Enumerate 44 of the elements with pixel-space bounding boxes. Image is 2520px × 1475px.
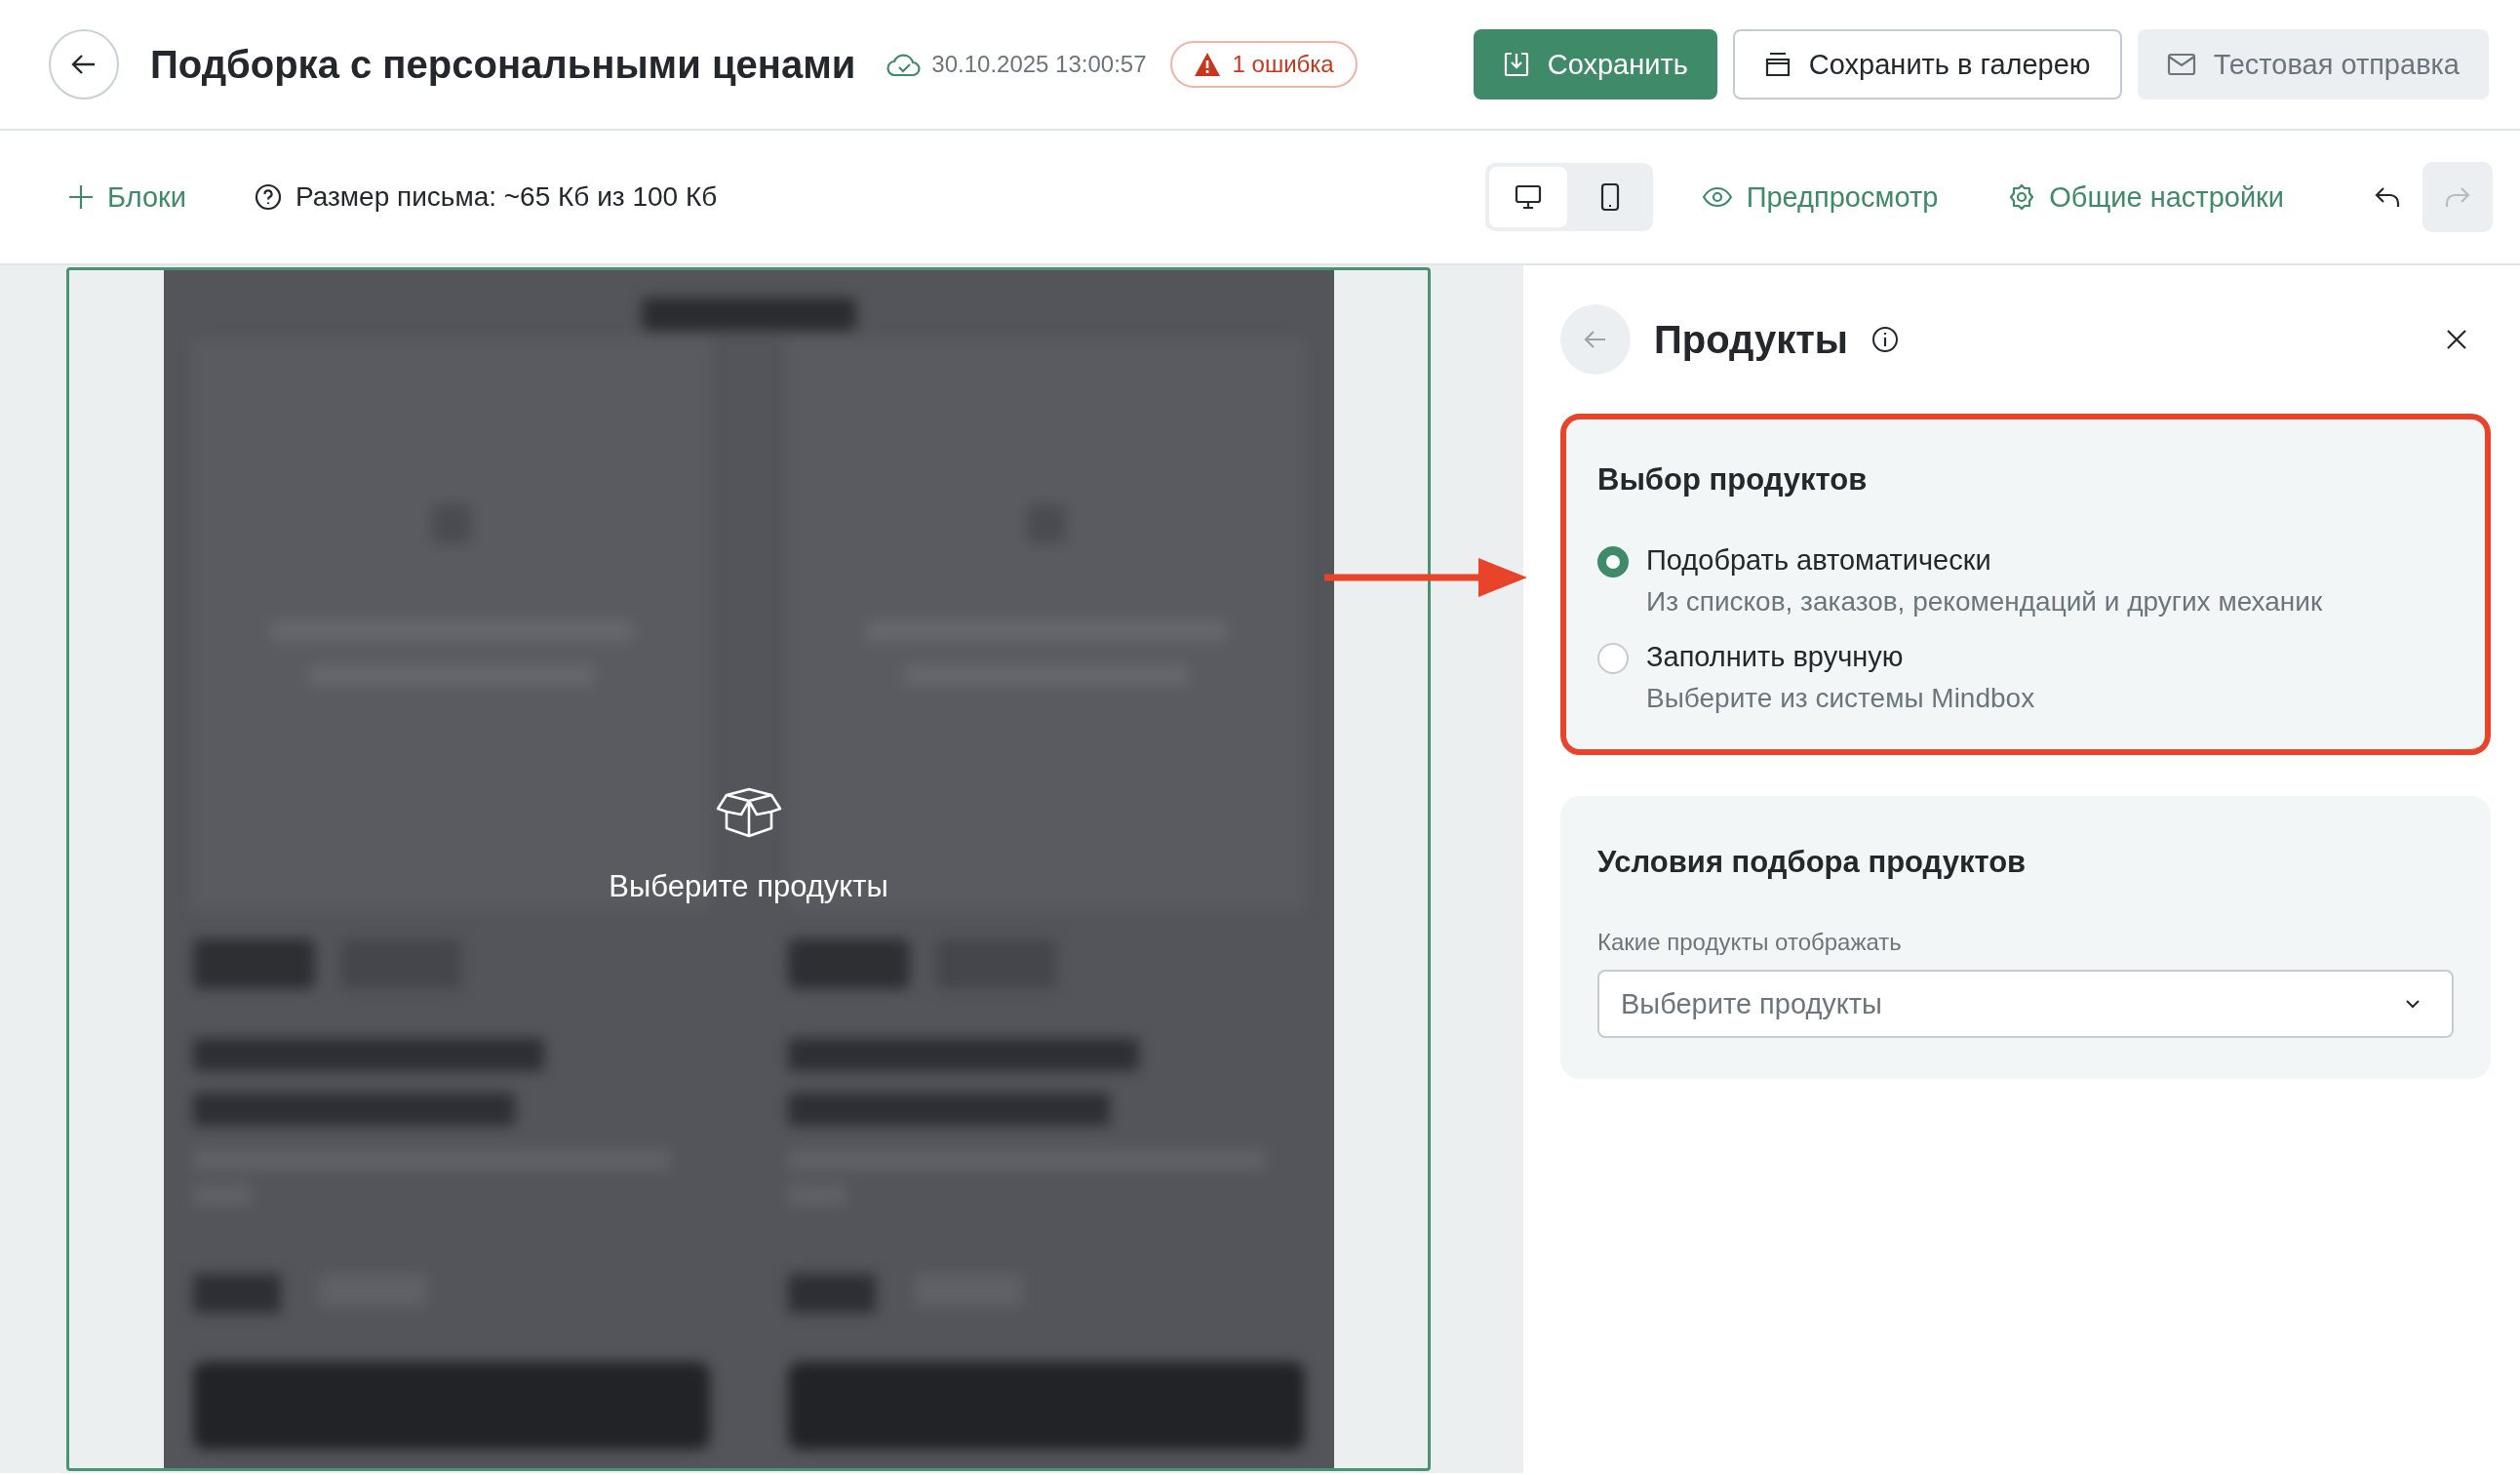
panel-title: Продукты [1654,317,1848,362]
option-label: Заполнить вручную [1646,641,1905,673]
undo-icon [2374,185,2401,209]
section-title: Выбор продуктов [1597,462,1869,498]
info-icon[interactable] [1871,326,1899,353]
plus-icon [68,184,94,210]
radio-button[interactable] [1597,643,1629,674]
selected-block-frame[interactable]: Выберите продукты [66,267,1431,1471]
box-icon [714,787,783,838]
option-description: Из списков, заказов, рекомендаций и других механик [1646,586,2323,618]
page-title: Подборка с персональными ценами [150,42,856,87]
warning-icon [1193,52,1221,77]
desktop-view-button[interactable] [1488,167,1567,227]
desktop-icon [1514,184,1542,210]
back-arrow-icon [71,54,97,75]
cloud-check-icon [886,52,923,77]
error-badge[interactable]: 1 ошибка [1169,41,1358,88]
settings-link[interactable]: Общие настройки [2008,180,2284,214]
field-label: Какие продукты отображать [1597,929,1903,956]
settings-icon [2008,183,2036,211]
envelope-icon [2166,53,2196,76]
add-blocks-button[interactable]: Блоки [68,180,186,214]
eye-icon [1701,186,1733,208]
close-icon [2446,329,2467,350]
back-arrow-icon [1584,330,1607,349]
overlay-message: Выберите продукты [609,869,888,904]
save-icon [1502,51,1530,78]
mobile-phone-icon [1599,182,1620,212]
product-select[interactable]: Выберите продукты [1597,970,2454,1038]
email-size-info: Размер письма: ~65 Кб из 100 Кб [295,181,718,213]
option-description: Выберите из системы Mindbox [1646,683,2035,714]
close-button[interactable] [2446,329,2467,350]
preview-link[interactable]: Предпросмотр [1701,180,1939,214]
header-button[interactable]: Тестовая отправка [2137,29,2489,100]
help-icon [254,183,282,211]
section-title: Условия подбора продуктов [1597,845,2028,880]
redo-icon [2444,185,2471,209]
archive-icon [1763,52,1792,77]
header-button[interactable]: Сохранить [1473,29,1717,100]
saved-time: 30.10.2025 13:00:57 [931,51,1147,78]
chevron-down-icon [2405,999,2421,1009]
radio-button[interactable] [1597,546,1629,578]
header-button[interactable]: Сохранить в галерею [1732,29,2122,100]
option-label: Подобрать автоматически [1646,544,1992,577]
